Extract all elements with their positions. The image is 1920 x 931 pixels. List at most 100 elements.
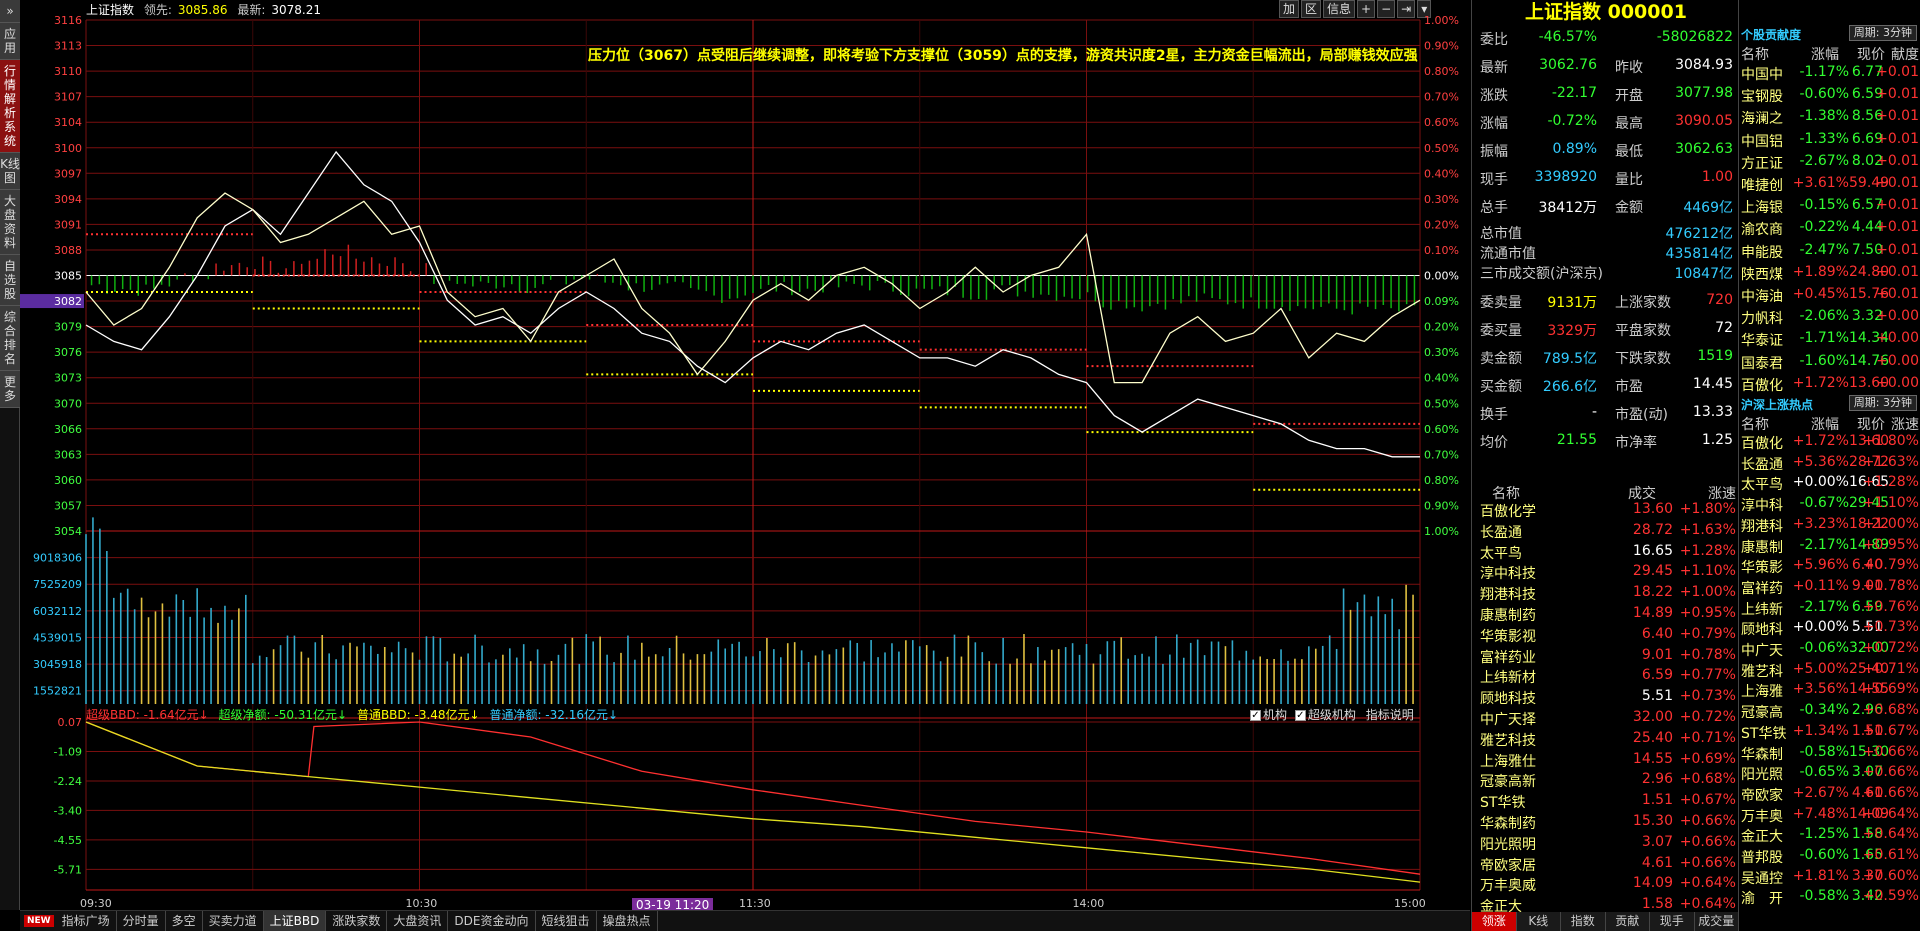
leader-price: 25.40: [1632, 729, 1673, 746]
qtab-leaders[interactable]: 领涨: [1472, 912, 1517, 931]
leader-row[interactable]: 上海雅仕 14.55 +0.69%: [1478, 751, 1736, 772]
hotspot-row[interactable]: 帝欧家 +2.67% 4.61 +0.66%: [1741, 785, 1919, 807]
contrib-row[interactable]: 渝农商 -0.22% 4.44 +0.01: [1741, 219, 1919, 241]
leader-row[interactable]: 翔港科技 18.22 +1.00%: [1478, 584, 1736, 605]
contrib-row[interactable]: 方正证 -2.67% 8.02 +0.01: [1741, 153, 1919, 175]
hotspot-row[interactable]: 顾地科 +0.00% 5.51 +0.73%: [1741, 619, 1919, 641]
hotspot-period-select[interactable]: 周期: 3分钟: [1848, 395, 1917, 411]
leader-row[interactable]: 中广天择 32.00 +0.72%: [1478, 709, 1736, 730]
hotspot-row[interactable]: 上纬新 -2.17% 6.59 +0.76%: [1741, 599, 1919, 621]
hotspot-row[interactable]: 淳中科 -0.67% 29.45 +1.10%: [1741, 495, 1919, 517]
tab-indicator-plaza[interactable]: 指标广场: [56, 911, 117, 931]
leader-row[interactable]: 上纬新材 6.59 +0.77%: [1478, 667, 1736, 688]
leader-row[interactable]: 帝欧家居 4.61 +0.66%: [1478, 855, 1736, 876]
leader-row[interactable]: 顾地科技 5.51 +0.73%: [1478, 688, 1736, 709]
tab-long-short[interactable]: 多空: [166, 911, 203, 931]
contrib-value: +0.00: [1876, 308, 1919, 325]
super-institution-label: 超级机构: [1307, 708, 1356, 722]
hotspot-header: 沪深上涨热点 周期: 3分钟: [1741, 394, 1919, 412]
hotspot-row[interactable]: 太平鸟 +0.00% 16.65 +1.28%: [1741, 474, 1919, 496]
quote-value: 3329万: [1547, 323, 1597, 339]
hotspot-row[interactable]: 阳光照 -0.65% 3.07 +0.66%: [1741, 764, 1919, 786]
hotspot-row[interactable]: 普邦股 -0.60% 1.65 +0.61%: [1741, 847, 1919, 869]
vol-tick-label: 7525209: [33, 578, 82, 591]
contrib-name: 唯捷创: [1741, 178, 1783, 194]
leader-row[interactable]: 富祥药业 9.01 +0.78%: [1478, 647, 1736, 668]
tab-advance-decline[interactable]: 涨跌家数: [326, 911, 388, 931]
contrib-row[interactable]: 华泰证 -1.71% 14.34 +0.00: [1741, 330, 1919, 352]
leader-name: 太平鸟: [1480, 545, 1522, 562]
contrib-name: 中国中: [1741, 67, 1783, 83]
qtab-contribution[interactable]: 贡献: [1605, 912, 1650, 931]
leader-row[interactable]: ST华铁 1.51 +0.67%: [1478, 792, 1736, 813]
hotspot-row[interactable]: 雅艺科 +5.00% 25.40 +0.71%: [1741, 661, 1919, 683]
contrib-row[interactable]: 唯捷创 +3.61% 59.49 +0.01: [1741, 175, 1919, 197]
hotspot-row[interactable]: 吴通控 +1.81% 3.37 +0.60%: [1741, 868, 1919, 890]
contrib-value: +0.01: [1876, 86, 1919, 103]
contrib-row[interactable]: 中国铝 -1.33% 6.69 +0.01: [1741, 131, 1919, 153]
qtab-index[interactable]: 指数: [1561, 912, 1606, 931]
hotspot-row[interactable]: 康惠制 -2.17% 14.89 +0.95%: [1741, 537, 1919, 559]
hotspot-value: +0.64%: [1862, 826, 1919, 843]
hotspot-value: +0.61%: [1862, 847, 1919, 863]
leader-row[interactable]: 冠豪高新 2.96 +0.68%: [1478, 771, 1736, 792]
tab-intraday-volume[interactable]: 分时量: [117, 911, 166, 931]
contrib-row[interactable]: 中海油 +0.45% 15.76 +0.01: [1741, 286, 1919, 308]
contrib-row[interactable]: 陕西煤 +1.89% 24.80 +0.01: [1741, 264, 1919, 286]
contrib-row[interactable]: 中国中 -1.17% 6.77 +0.01: [1741, 64, 1919, 86]
hotspot-row[interactable]: 富祥药 +0.11% 9.01 +0.78%: [1741, 578, 1919, 600]
institution-checkbox[interactable]: ✓: [1250, 710, 1261, 721]
tab-buy-sell-power[interactable]: 买卖力道: [203, 911, 264, 931]
contrib-period-select[interactable]: 周期: 3分钟: [1848, 25, 1917, 41]
hotspot-row[interactable]: 上海雅 +3.56% 14.55 +0.69%: [1741, 681, 1919, 703]
leader-row[interactable]: 雅艺科技 25.40 +0.71%: [1478, 730, 1736, 751]
contrib-row[interactable]: 海澜之 -1.38% 8.56 +0.01: [1741, 108, 1919, 130]
hotspot-row[interactable]: 渝 开 -0.58% 3.42 +0.59%: [1741, 888, 1919, 910]
contrib-row[interactable]: 上海银 -0.15% 6.57 +0.01: [1741, 197, 1919, 219]
leader-row[interactable]: 万丰奥威 14.09 +0.64%: [1478, 875, 1736, 896]
hotspot-row[interactable]: 华森制 -0.58% 15.30 +0.66%: [1741, 744, 1919, 766]
intraday-chart[interactable]: 3116 1.00% 3113 0.90% 3110 0.80% 3107 0.70% 3104…: [0, 0, 1471, 910]
leader-row[interactable]: 华森制药 15.30 +0.66%: [1478, 813, 1736, 834]
hotspot-row[interactable]: 中广天 -0.06% 32.00 +0.72%: [1741, 640, 1919, 662]
contrib-row[interactable]: 国泰君 -1.60% 14.76 +0.00: [1741, 353, 1919, 375]
tab-short-term[interactable]: 短线狙击: [536, 911, 597, 931]
tab-market-news[interactable]: 大盘资讯: [387, 911, 449, 931]
y-right-tick-label: 0.30%: [1424, 193, 1459, 206]
tab-trading-hotspot[interactable]: 操盘热点: [597, 911, 658, 931]
leader-row[interactable]: 阳光照明 3.07 +0.66%: [1478, 834, 1736, 855]
contrib-row[interactable]: 申能股 -2.47% 7.50 +0.01: [1741, 242, 1919, 264]
leader-row[interactable]: 华策影视 6.40 +0.79%: [1478, 626, 1736, 647]
leader-row[interactable]: 康惠制药 14.89 +0.95%: [1478, 605, 1736, 626]
qtab-current-lot[interactable]: 现手: [1650, 912, 1695, 931]
y-right-tick-label: 0.50%: [1424, 397, 1459, 410]
hotspot-row[interactable]: ST华铁 +1.34% 1.51 +0.67%: [1741, 723, 1919, 745]
contrib-row[interactable]: 宝钢股 -0.60% 6.59 +0.01: [1741, 86, 1919, 108]
hotspot-name: 上纬新: [1741, 601, 1783, 618]
hotspot-row[interactable]: 翔港科 +3.23% 18.22 +1.00%: [1741, 516, 1919, 538]
qtab-volume[interactable]: 成交量: [1694, 912, 1739, 931]
leader-row[interactable]: 淳中科技 29.45 +1.10%: [1478, 563, 1736, 584]
super-institution-checkbox[interactable]: ✓: [1294, 710, 1306, 721]
hotspot-row[interactable]: 长盈通 +5.36% 28.72 +1.63%: [1741, 454, 1919, 476]
hotspot-row[interactable]: 金正大 -1.25% 1.58 +0.64%: [1741, 826, 1919, 848]
leader-name: 翔港科技: [1480, 587, 1536, 604]
quote-label: 振幅: [1480, 144, 1508, 160]
leader-row[interactable]: 长盈通 28.72 +1.63%: [1478, 522, 1736, 543]
contrib-value: +0.01: [1876, 175, 1919, 191]
hotspot-row[interactable]: 百傲化 +1.72% 13.60 +1.80%: [1741, 433, 1919, 455]
leader-row[interactable]: 百傲化学 13.60 +1.80%: [1478, 501, 1736, 522]
hotspot-row[interactable]: 万丰奥 +7.48% 14.09 +0.64%: [1741, 806, 1919, 828]
quote-value-2: 4469亿: [1683, 200, 1733, 216]
hotspot-row[interactable]: 华策影 +5.96% 6.40 +0.79%: [1741, 557, 1919, 579]
tab-dde-flow[interactable]: DDE资金动向: [448, 911, 536, 931]
leader-row[interactable]: 太平鸟 16.65 +1.28%: [1478, 543, 1736, 564]
contrib-change: -0.22%: [1799, 219, 1849, 236]
hotspot-row[interactable]: 冠豪高 -0.34% 2.96 +0.68%: [1741, 702, 1919, 724]
qtab-kline[interactable]: K线: [1516, 912, 1561, 931]
contrib-row[interactable]: 力帆科 -2.06% 3.32 +0.00: [1741, 308, 1919, 330]
quote-label: 现手: [1480, 172, 1508, 188]
contrib-change: -1.60%: [1799, 352, 1849, 369]
indicator-help-link[interactable]: 指标说明: [1366, 708, 1414, 722]
tab-sh-bbd[interactable]: 上证BBD: [263, 911, 327, 931]
